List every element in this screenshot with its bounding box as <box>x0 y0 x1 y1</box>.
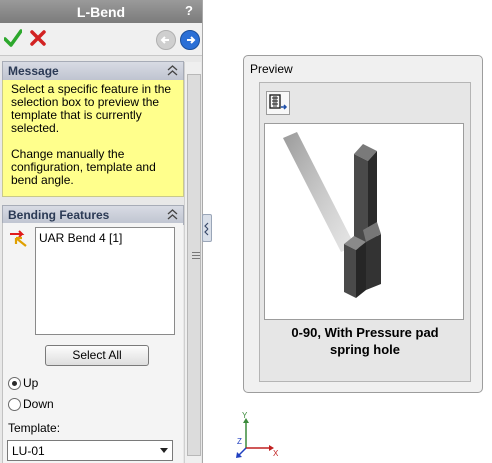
axis-triad-icon: Y X Z <box>236 412 279 458</box>
panel-titlebar: L-Bend ? <box>0 0 202 23</box>
action-bar <box>0 23 202 56</box>
template-label: Template: <box>8 421 61 435</box>
radio-down[interactable] <box>8 398 21 411</box>
help-icon[interactable]: ? <box>182 3 196 19</box>
collapse-chevron-icon[interactable] <box>167 207 178 221</box>
bend-part-drawing <box>283 132 381 298</box>
radio-up[interactable] <box>8 377 21 390</box>
radio-down-label: Down <box>23 397 54 411</box>
ok-checkmark-icon[interactable] <box>4 28 22 48</box>
dropdown-arrow-icon[interactable] <box>160 448 168 453</box>
bending-features-title: Bending Features <box>8 208 110 222</box>
scrollbar-grip-icon <box>192 252 200 253</box>
preview-title: Preview <box>250 62 293 76</box>
forward-arrow-icon[interactable] <box>180 30 200 50</box>
message-body: Select a specific feature in the selecti… <box>2 80 184 197</box>
radio-up-label: Up <box>23 376 39 390</box>
caption-line-2: spring hole <box>329 342 401 357</box>
property-manager: L-Bend ? Message Select a specific featu… <box>0 0 203 463</box>
axis-y-label: Y <box>242 412 248 420</box>
select-all-button[interactable]: Select All <box>45 345 149 366</box>
panel-title: L-Bend <box>76 4 126 20</box>
message-paragraph-2: Change manually the configuration, templ… <box>11 147 156 187</box>
preview-caption: 0-90, With Pressure pad spring hole <box>260 324 470 358</box>
template-value: LU-01 <box>12 444 45 458</box>
axis-z-label: Z <box>237 437 242 446</box>
message-paragraph-1: Select a specific feature in the selecti… <box>11 82 172 135</box>
message-section-title: Message <box>8 64 59 78</box>
caption-line-1: 0-90, With Pressure pad <box>291 325 439 340</box>
preview-panel: 0-90, With Pressure pad spring hole <box>259 82 471 382</box>
axis-x-label: X <box>273 449 279 458</box>
list-item[interactable]: UAR Bend 4 [1] <box>39 231 122 245</box>
selection-arrow-icon <box>10 230 27 247</box>
splitter-chevron-icon <box>204 222 209 236</box>
template-preview-image <box>264 123 464 320</box>
bending-features-listbox[interactable]: UAR Bend 4 [1] <box>35 227 175 335</box>
panel-splitter-handle[interactable] <box>202 214 212 242</box>
back-arrow-icon[interactable] <box>156 30 176 50</box>
scrollbar-thumb[interactable] <box>187 74 201 456</box>
bending-features-section-header[interactable]: Bending Features <box>2 205 184 225</box>
collapse-chevron-icon[interactable] <box>167 63 178 77</box>
template-select[interactable]: LU-01 <box>7 440 173 461</box>
cancel-x-icon[interactable] <box>29 28 47 48</box>
preview-table-icon[interactable] <box>266 91 290 115</box>
panel-scrollbar[interactable] <box>184 62 201 463</box>
preview-window: Preview 0-90, With Pressure pad spring h… <box>243 55 483 393</box>
message-section-header[interactable]: Message <box>2 61 184 81</box>
